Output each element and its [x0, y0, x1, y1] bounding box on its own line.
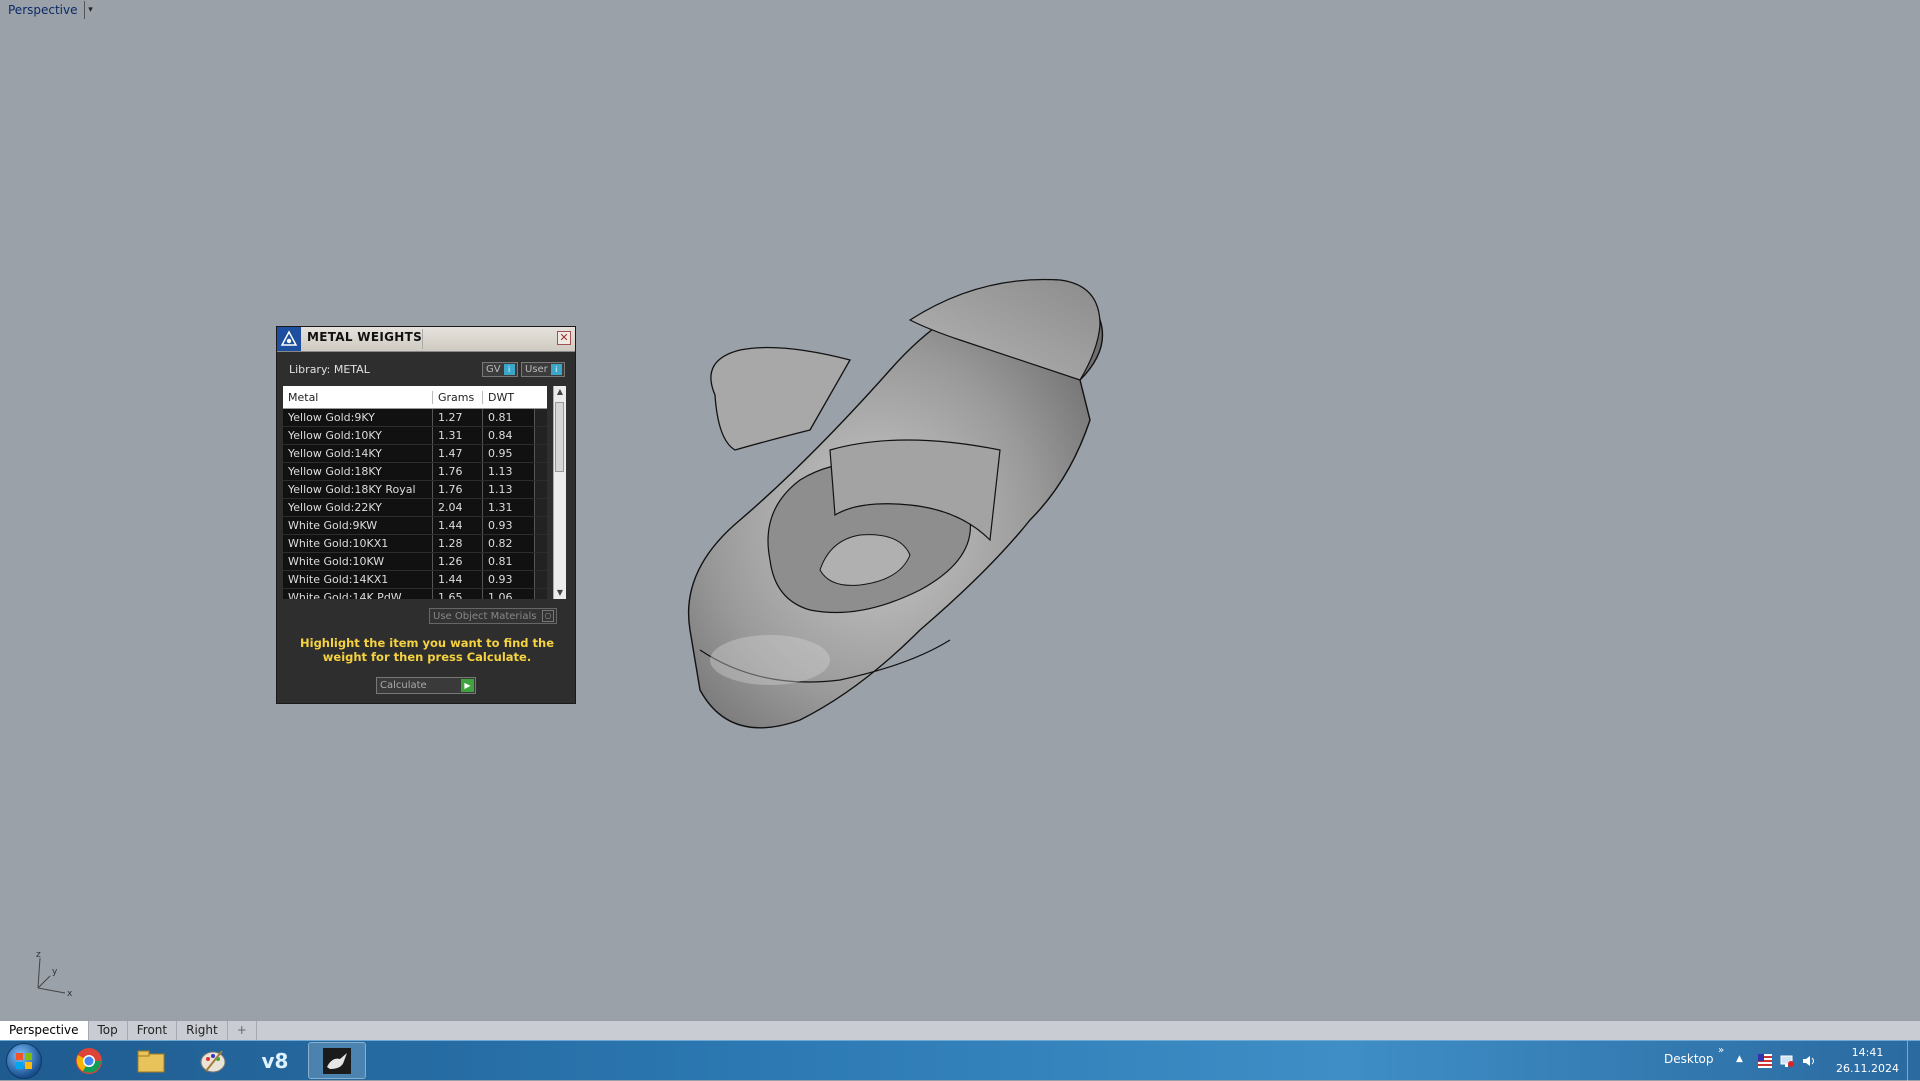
tab-top[interactable]: Top — [89, 1021, 128, 1040]
clock-date: 26.11.2024 — [1836, 1062, 1899, 1075]
paint-icon[interactable] — [184, 1042, 242, 1079]
info-icon[interactable]: i — [503, 364, 515, 375]
axis-gizmo-icon: x y z — [36, 950, 73, 998]
show-desktop-button[interactable] — [1907, 1041, 1920, 1081]
column-header-dwt[interactable]: DWT — [483, 391, 535, 404]
windows-logo-icon — [16, 1053, 32, 1069]
use-object-materials-label: Use Object Materials — [433, 610, 537, 622]
tab-perspective[interactable]: Perspective — [0, 1021, 89, 1040]
desktop-toolbar-label[interactable]: Desktop — [1664, 1052, 1714, 1066]
use-object-materials-checkbox[interactable]: Use Object Materials ○ — [429, 608, 557, 624]
calculate-label: Calculate — [380, 680, 427, 691]
tab-front[interactable]: Front — [128, 1021, 178, 1040]
title-divider — [422, 329, 423, 349]
3d-model-viewport-object[interactable] — [660, 270, 1220, 790]
column-header-metal[interactable]: Metal — [283, 390, 433, 404]
file-explorer-icon[interactable] — [122, 1042, 180, 1079]
library-label: Library: METAL — [289, 363, 370, 376]
start-button[interactable] — [6, 1043, 42, 1079]
toolbar-expand-icon[interactable]: » — [1718, 1045, 1724, 1056]
taskbar: v8 Desktop » ▲ 14:41 26.11.2024 — [0, 1040, 1920, 1081]
table-header: Metal Grams DWT — [283, 386, 547, 409]
chrome-icon[interactable] — [60, 1042, 118, 1079]
vray-icon[interactable]: v8 — [246, 1042, 304, 1079]
viewport-name[interactable]: Perspective — [0, 0, 84, 20]
user-label: User — [525, 364, 548, 375]
viewport-label[interactable]: Perspective ▾ — [0, 0, 97, 20]
clock-time: 14:41 — [1851, 1046, 1884, 1059]
user-toggle[interactable]: User i — [521, 362, 565, 377]
table-row[interactable]: Yellow Gold:18KY 1.76 1.13 — [283, 463, 547, 481]
instruction-text: Highlight the item you want to find the … — [300, 636, 554, 664]
system-clock[interactable]: 14:41 26.11.2024 — [1836, 1045, 1899, 1077]
metal-weights-panel: METAL WEIGHTS ✕ Library: METAL GV i User… — [276, 326, 576, 704]
table-row[interactable]: White Gold:10KX1 1.28 0.82 — [283, 535, 547, 553]
table-row[interactable]: White Gold:9KW 1.44 0.93 — [283, 517, 547, 535]
viewport-dropdown-icon[interactable]: ▾ — [83, 1, 97, 19]
vray-label: v8 — [261, 1048, 289, 1073]
table-row[interactable]: Yellow Gold:10KY 1.31 0.84 — [283, 427, 547, 445]
panel-title: METAL WEIGHTS — [307, 330, 423, 344]
scroll-up-icon[interactable]: ▲ — [554, 386, 566, 398]
table-row[interactable]: Yellow Gold:18KY Royal 1.76 1.13 — [283, 481, 547, 499]
table-row[interactable]: Yellow Gold:22KY 2.04 1.31 — [283, 499, 547, 517]
calculate-button[interactable]: Calculate ▶ — [376, 677, 476, 694]
table-scrollbar[interactable]: ▲ ▼ — [553, 386, 566, 599]
rhino-icon[interactable] — [308, 1042, 366, 1079]
volume-icon[interactable] — [1802, 1054, 1816, 1068]
metal-table[interactable]: Metal Grams DWT Yellow Gold:9KY 1.27 0.81 … — [283, 386, 547, 599]
axis-y-label: y — [52, 967, 58, 977]
viewport-tabs: Perspective Top Front Right + — [0, 1020, 1920, 1040]
table-row[interactable]: Yellow Gold:9KY 1.27 0.81 — [283, 409, 547, 427]
tab-right[interactable]: Right — [177, 1021, 228, 1040]
add-viewport-icon[interactable]: + — [228, 1021, 257, 1040]
scroll-thumb[interactable] — [555, 402, 564, 472]
play-icon[interactable]: ▶ — [461, 679, 474, 692]
axis-x-label: x — [67, 989, 73, 998]
panel-titlebar[interactable]: METAL WEIGHTS ✕ — [277, 327, 575, 352]
gv-toggle[interactable]: GV i — [482, 362, 518, 377]
info-icon[interactable]: i — [550, 364, 562, 375]
table-row[interactable]: White Gold:14KX1 1.44 0.93 — [283, 571, 547, 589]
gv-label: GV — [486, 364, 501, 375]
close-button[interactable]: ✕ — [557, 331, 571, 345]
axis-z-label: z — [36, 950, 41, 960]
language-flag-icon[interactable] — [1758, 1054, 1772, 1068]
table-row[interactable]: White Gold:10KW 1.26 0.81 — [283, 553, 547, 571]
app-logo-icon — [277, 327, 301, 351]
checkbox-icon[interactable]: ○ — [542, 610, 554, 622]
table-row[interactable]: Yellow Gold:14KY 1.47 0.95 — [283, 445, 547, 463]
network-icon[interactable] — [1780, 1054, 1794, 1068]
column-header-grams[interactable]: Grams — [433, 390, 483, 404]
scroll-down-icon[interactable]: ▼ — [554, 587, 566, 599]
table-row[interactable]: White Gold:14K PdW 1.65 1.06 — [283, 589, 547, 599]
show-hidden-icons-icon[interactable]: ▲ — [1736, 1054, 1750, 1068]
